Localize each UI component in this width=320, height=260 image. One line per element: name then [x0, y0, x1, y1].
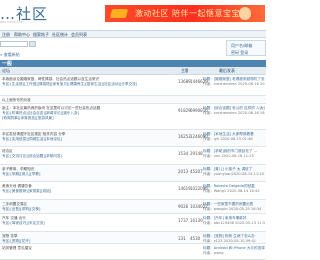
forum-row[interactable]: 汽车 交通 出行 专区:[驾驶技巧][车友交流] 1737 16139 标题：[汽车] …	[0, 214, 266, 232]
forum-row[interactable]: 二手闲置交易区 专区:[出售][求购][交换] 9026 1034022 标题：一些家里…	[0, 200, 266, 214]
last-post-author[interactable]: 作者：lyh 2020-08-15 01:46	[203, 137, 265, 142]
last-post-author[interactable]: 作者：xnfzhenshen 2020-08-16 20:08	[203, 82, 265, 87]
login-password-label[interactable]: 密码 登录	[231, 50, 248, 56]
view-new-posts-link[interactable]: » 查看新帖	[0, 52, 20, 58]
forum-topic-count: 1534	[178, 151, 189, 156]
forum-topic-count: 13689	[178, 79, 191, 84]
forum-post-count: 16139	[190, 218, 203, 223]
forum-post-count: 29148	[190, 151, 203, 156]
forum-subforums[interactable]: 专区:[交流讨论][综合话题][求助问答]	[2, 154, 62, 159]
forum-topic-count: 1737	[178, 218, 189, 223]
search-button[interactable]	[29, 41, 36, 47]
nav-item-search[interactable]: 搜索帖子	[33, 32, 49, 38]
site-logo-subtitle: BBS.WWW.COM	[0, 20, 24, 24]
banner-text: 激动社区 陪伴一起惬意宝宝	[135, 9, 241, 18]
forum-column-header: 论坛 主题 最后发表	[0, 67, 266, 75]
forum-topic-count: 131	[178, 236, 186, 241]
forum-section-header: 一般	[0, 60, 266, 67]
forum-row[interactable]: 亲子教育、孕期知识 专区:[孕期][育儿][早教] 2013 45207 标题：[育儿]…	[0, 165, 266, 182]
nav-item-members[interactable]: 会员列表	[71, 32, 87, 38]
forum-topic-count: 14619	[178, 186, 191, 191]
forum-description: 以上面所写的为准	[2, 98, 31, 102]
ad-banner[interactable]: 激动社区 陪伴一起惬意宝宝	[105, 5, 265, 22]
col-last-post: 最后发表	[219, 68, 235, 73]
login-box: 用户名/邮箱 密码 登录	[226, 40, 266, 56]
forum-subforums[interactable]: 专区:[实用信息][同城生活][本地论坛]	[2, 137, 62, 142]
forum-topic-count: 9026	[178, 204, 189, 209]
forum-post-count: 4530	[190, 236, 201, 241]
forum-topic-count: 16253	[178, 134, 191, 139]
banner-character-icon	[239, 7, 251, 20]
forum-section-title[interactable]: 一般	[2, 60, 12, 67]
last-post-author[interactable]: 作者：Wang1 2020-08-14 10:42	[203, 189, 265, 194]
nav-item-help[interactable]: 帮助中心	[14, 32, 30, 38]
banner-flash-icon	[109, 9, 129, 18]
forum-row[interactable]: 美食天地 健康饮食 专区:[美食推荐][家常菜][烘焙] 14619 1022096 标…	[0, 182, 266, 200]
top-nav: 注册 帮助中心 搜索帖子 社区统计 会员列表	[0, 30, 266, 38]
forum-row[interactable]: 宠物 花草 专区:[宠物][花卉] 131 4530 标题：[宠物] 狗狗 生病了怎么办…	[0, 232, 266, 244]
last-post-author[interactable]: 作者：wanglin 2020-05-25 16:34	[203, 207, 265, 212]
forum-row[interactable]: 综合区 专区:[交流讨论][综合话题][求助问答] 1534 29148 标题：[求助]…	[0, 147, 266, 165]
forum-topic-count: 91829	[178, 108, 191, 113]
last-post-author[interactable]: 作者：abc123456 2020-05-13 11:56	[203, 221, 265, 226]
forum-subforums[interactable]: 专区:[出售][求购][交换]	[2, 207, 40, 212]
nav-item-stats[interactable]: 社区统计	[52, 32, 68, 38]
forum-post-count: 45207	[190, 169, 203, 174]
forum-subforums[interactable]: 专区:[驾驶技巧][车友交流]	[2, 221, 45, 226]
last-post-author[interactable]: 作者：xnv 2020-08-16 11:25	[203, 154, 265, 159]
forum-subforums[interactable]: 专区:[美食推荐][家常菜][烘焙]	[2, 189, 51, 194]
forum-row[interactable]: 本版面谈论婚姻家庭、两性情感、社会热点话题以及生活常识 专区:[生活馆][工作馆]…	[0, 75, 266, 96]
forum-row[interactable]: 站务管理 意见建议 标题：Android 和 iPhone 大众的选择 作者：wan…	[0, 244, 266, 260]
last-post-author[interactable]: 作者：yuanyuan2020-08-15 11:10	[203, 172, 265, 177]
forum-subforums[interactable]: 专区:[生活馆][工作馆][情感馆][家有宝贝][健康养生][居家生活][社区活…	[2, 82, 137, 87]
search-input[interactable]	[0, 41, 28, 47]
forum-row[interactable]: 本区发帖请遵守社区规定 相关内容 分享 专区:[实用信息][同城生活][本地论坛]…	[0, 130, 266, 147]
forum-subforums[interactable]: 专区:[孕期][育儿][早教]	[2, 172, 40, 177]
nav-item-register[interactable]: 注册	[2, 32, 10, 38]
forum-row[interactable]: 版主：本社区最热闹的版块 在这里可以讨论一些社会热点话题 专区:[时事热点][社会…	[0, 104, 266, 130]
login-username-label[interactable]: 用户名/邮箱	[231, 43, 252, 49]
forum-description: 站务管理 意见建议	[2, 246, 32, 250]
site-header: …社区 BBS.WWW.COM 激动社区 陪伴一起惬意宝宝	[0, 0, 266, 26]
forum-topic-count: 2013	[178, 169, 189, 174]
forum-row[interactable]: 以上面所写的为准	[0, 96, 266, 104]
last-post-author[interactable]: 作者：xnfzhenshen 2020-08-16 18:58	[203, 111, 265, 116]
forum-subforums[interactable]: [奇闻异事][体育竞技][旅游风景]	[2, 116, 54, 121]
col-forum: 论坛	[2, 68, 10, 73]
last-post-author[interactable]: 作者：wang	[203, 251, 265, 256]
